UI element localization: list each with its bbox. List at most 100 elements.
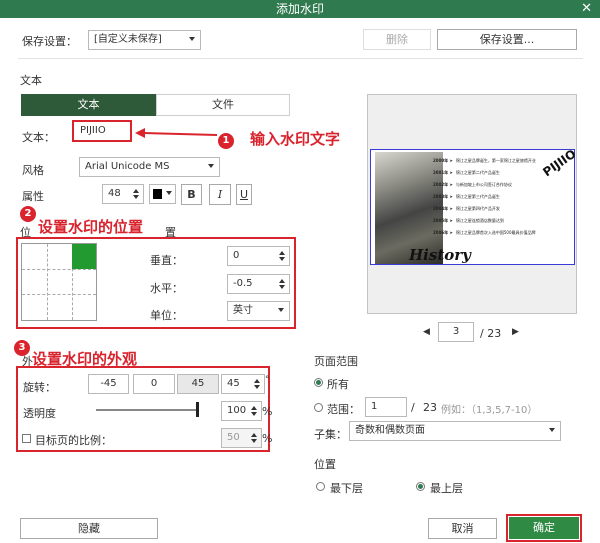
preview-timeline-row: 2000年 ➤ 锦江之星品牌诞生，第一家锦江之星旅馆开业 xyxy=(433,158,536,164)
page-total: / 23 xyxy=(480,327,502,340)
stepper-down-icon[interactable] xyxy=(279,285,285,289)
stepper-down-icon[interactable] xyxy=(251,412,257,416)
preview-year: 2003年 ➤ xyxy=(433,194,453,199)
stepper-down-icon[interactable] xyxy=(133,195,139,199)
stepper-down-icon[interactable] xyxy=(251,439,257,443)
save-settings-button[interactable]: 保存设置... xyxy=(437,29,577,50)
unit-value: 英寸 xyxy=(233,305,253,316)
color-swatch xyxy=(153,189,162,199)
rotation-0-button[interactable]: 0 xyxy=(133,374,175,394)
opacity-value: 100 xyxy=(227,405,247,416)
percent-unit-2: % xyxy=(262,432,273,445)
underline-button[interactable]: U xyxy=(236,184,252,205)
text-label: 文本： xyxy=(22,131,55,144)
preview-line: 锦江之星第三代产品诞生 xyxy=(455,194,500,199)
ok-button[interactable]: 确定 xyxy=(509,517,579,539)
annotation-text-2: 设置水印的位置 xyxy=(38,218,144,236)
position-grid[interactable] xyxy=(21,243,97,321)
preview-timeline-row: 2001年 ➤ 锦江之星第二代产品诞生 xyxy=(433,170,500,176)
unit-select[interactable]: 英寸 xyxy=(227,301,290,321)
cancel-button[interactable]: 取消 xyxy=(428,518,497,539)
position-cell-selected[interactable] xyxy=(72,244,96,269)
horizontal-label: 水平： xyxy=(150,282,183,295)
preview-line: 与新加坡上市公司签订合作协议 xyxy=(455,182,512,187)
delete-button[interactable]: 删除 xyxy=(363,29,431,50)
font-size-stepper[interactable]: 48 xyxy=(102,184,144,204)
subset-label: 子集： xyxy=(314,428,347,441)
attributes-label: 属性 xyxy=(22,190,44,203)
close-icon[interactable]: ✕ xyxy=(581,0,592,18)
layer-bottom-radio[interactable] xyxy=(316,482,325,491)
opacity-label: 透明度 xyxy=(23,407,56,420)
preview-year: 2005年 ➤ xyxy=(433,218,453,223)
font-select-value: Arial Unicode MS xyxy=(85,161,170,172)
preview-timeline-row: 2003年 ➤ 锦江之星第三代产品诞生 xyxy=(433,194,500,200)
stepper-down-icon[interactable] xyxy=(279,257,285,261)
annotation-badge-1: 1 xyxy=(218,133,234,149)
preview-page: History 2000年 ➤ 锦江之星品牌诞生，第一家锦江之星旅馆开业 2001年… xyxy=(370,147,579,265)
vertical-stepper[interactable]: 0 xyxy=(227,246,290,266)
stepper-up-icon[interactable] xyxy=(254,379,260,383)
scale-value: 50 xyxy=(227,432,240,443)
rotation-neg45-button[interactable]: -45 xyxy=(88,374,129,394)
font-select[interactable]: Arial Unicode MS xyxy=(79,157,220,177)
unit-label: 单位： xyxy=(150,309,183,322)
stepper-up-icon[interactable] xyxy=(279,279,285,283)
chevron-down-icon xyxy=(278,308,284,312)
page-number-input[interactable]: 3 xyxy=(438,322,474,342)
hide-button[interactable]: 隐藏 xyxy=(20,518,158,539)
preview-timeline-row: 2004年 ➤ 锦江之星第四代产品开发 xyxy=(433,206,500,212)
preview-year: 2006年 ➤ xyxy=(433,230,453,235)
scale-stepper[interactable]: 50 xyxy=(221,428,262,448)
grid-line xyxy=(47,244,48,320)
preview-line: 锦江之星品牌诞生，第一家锦江之星旅馆开业 xyxy=(455,158,536,163)
bold-button[interactable]: B xyxy=(181,184,202,205)
annotation-arrow-1 xyxy=(135,126,218,140)
subset-select[interactable]: 奇数和偶数页面 xyxy=(349,421,561,441)
range-total: 23 xyxy=(423,401,437,414)
preview-year: 2001年 ➤ xyxy=(433,170,453,175)
range-all-label: 所有 xyxy=(327,378,349,391)
preview-line: 锦江之星第四代产品开发 xyxy=(455,206,500,211)
range-custom-label: 范围： xyxy=(327,403,360,416)
scale-checkbox[interactable] xyxy=(22,434,31,443)
grid-line xyxy=(22,294,96,295)
italic-button[interactable]: I xyxy=(209,184,231,205)
title-bar: 添加水印 ✕ xyxy=(0,0,600,18)
range-from-input[interactable]: 1 xyxy=(365,397,407,417)
opacity-stepper[interactable]: 100 xyxy=(221,401,262,421)
preview-panel: History 2000年 ➤ 锦江之星品牌诞生，第一家锦江之星旅馆开业 2001年… xyxy=(367,94,579,314)
opacity-slider-handle[interactable] xyxy=(196,402,199,417)
stepper-up-icon[interactable] xyxy=(251,433,257,437)
stepper-up-icon[interactable] xyxy=(251,406,257,410)
preview-year: 2002年 ➤ xyxy=(433,182,453,187)
next-page-icon[interactable]: ▶ xyxy=(512,327,519,337)
stepper-up-icon[interactable] xyxy=(133,189,139,193)
stepper-down-icon[interactable] xyxy=(254,385,260,389)
vertical-label: 垂直： xyxy=(150,254,183,267)
grid-line xyxy=(22,269,96,270)
page-range-title: 页面范围 xyxy=(314,355,358,368)
preview-timeline-row: 2006年 ➤ 锦江之星品牌首次入选中国500最具价值品牌 xyxy=(433,230,536,236)
rotation-value: 45 xyxy=(227,378,240,389)
rotation-stepper[interactable]: 45 xyxy=(221,374,265,394)
opacity-slider-track[interactable] xyxy=(96,409,199,411)
color-picker[interactable] xyxy=(149,184,176,204)
range-example: 例如：（1,3,5,7-10） xyxy=(441,405,538,416)
preset-select[interactable]: [自定义未保存] xyxy=(88,30,201,50)
prev-page-icon[interactable]: ◀ xyxy=(423,327,430,337)
range-separator: / xyxy=(411,401,415,414)
rotation-45-button[interactable]: 45 xyxy=(177,374,219,394)
stepper-up-icon[interactable] xyxy=(279,251,285,255)
watermark-text-input[interactable]: PIJIIO xyxy=(80,125,106,136)
tab-text[interactable]: 文本 xyxy=(21,94,156,116)
horizontal-stepper[interactable]: -0.5 xyxy=(227,274,290,294)
range-all-radio[interactable] xyxy=(314,378,323,387)
range-custom-radio[interactable] xyxy=(314,403,323,412)
rotation-label: 旋转： xyxy=(23,381,56,394)
vertical-value: 0 xyxy=(233,250,240,261)
tab-file[interactable]: 文件 xyxy=(156,94,290,116)
layer-top-radio[interactable] xyxy=(416,482,425,491)
layer-bottom-label: 最下层 xyxy=(330,482,363,495)
preview-timeline-row: 2005年 ➤ 锦江之星连锁酒店数量达到 xyxy=(433,218,504,224)
